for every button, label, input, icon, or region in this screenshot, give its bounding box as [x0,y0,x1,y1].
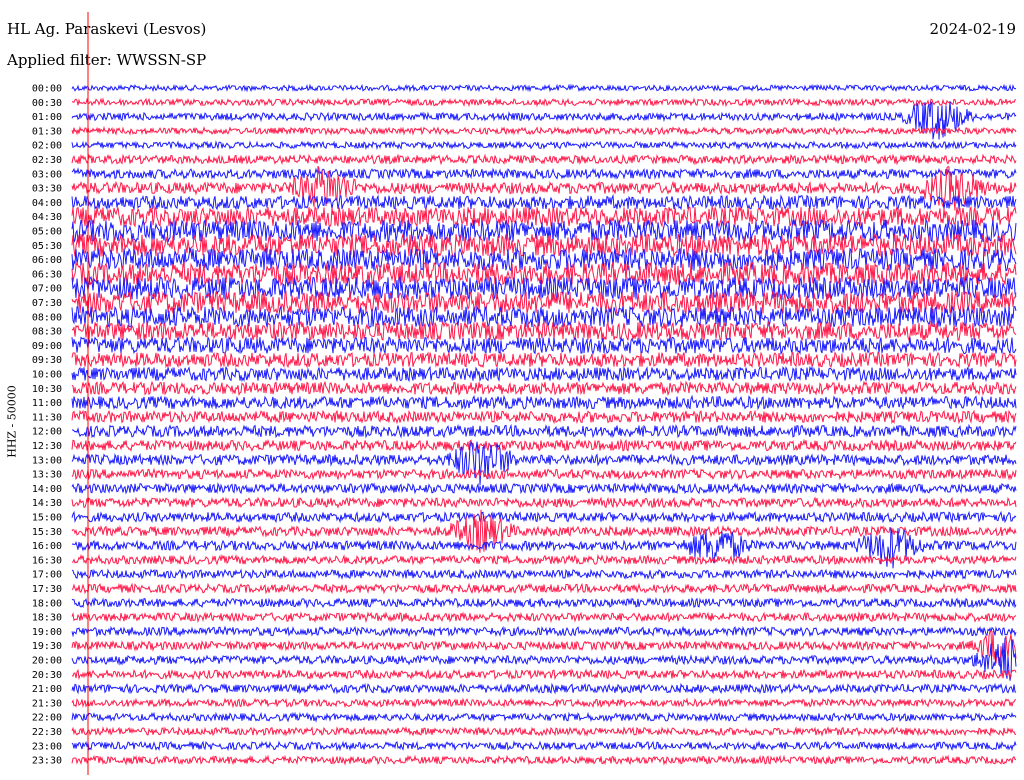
time-tick-label: 02:00 [32,141,62,152]
time-tick-label: 12:30 [32,441,62,452]
time-tick-label: 11:30 [32,412,62,423]
seismic-trace [71,167,1017,181]
seismic-trace [71,438,1017,453]
seismic-trace [71,596,1017,609]
seismic-trace [71,409,1017,425]
time-tick-label: 14:00 [32,484,62,495]
time-tick-label: 22:30 [32,727,62,738]
seismic-trace [71,100,1017,140]
time-tick-label: 19:30 [32,641,62,652]
seismic-trace [71,467,1017,481]
time-tick-label: 20:30 [32,670,62,681]
seismic-trace [71,611,1017,624]
seismic-trace [71,440,1017,486]
time-tick-label: 09:30 [32,355,62,366]
seismic-trace [71,83,1017,93]
seismic-trace [71,682,1017,695]
time-tick-label: 10:30 [32,384,62,395]
time-tick-label: 11:00 [32,398,62,409]
seismic-trace [71,668,1017,681]
seismic-trace [71,568,1017,581]
seismic-trace [71,350,1017,369]
seismic-trace [71,97,1017,108]
time-tick-label: 13:30 [32,470,62,481]
time-tick-label: 01:00 [32,112,62,123]
time-tick-label: 03:00 [32,169,62,180]
time-tick-label: 18:30 [32,613,62,624]
time-tick-label: 08:00 [32,312,62,323]
time-tick-label: 06:00 [32,255,62,266]
time-tick-label: 03:30 [32,184,62,195]
time-tick-label: 22:00 [32,713,62,724]
seismic-trace [71,481,1017,495]
time-tick-label: 21:00 [32,684,62,695]
seismic-trace [71,625,1017,638]
time-tick-label: 00:30 [32,98,62,109]
seismic-trace [71,394,1017,411]
time-tick-label: 07:30 [32,298,62,309]
seismic-trace [71,423,1017,439]
seismic-trace [71,365,1017,383]
seismic-trace [71,218,1017,244]
seismic-trace [71,232,1017,258]
seismic-trace [71,140,1017,151]
seismogram-page: HL Ag. Paraskevi (Lesvos) 2024-02-19 App… [0,0,1024,780]
time-tick-label: 00:00 [32,84,62,95]
time-tick-label: 23:30 [32,756,62,767]
time-tick-label: 04:30 [32,212,62,223]
time-tick-label: 08:30 [32,327,62,338]
time-tick-label: 16:00 [32,541,62,552]
seismic-trace [71,153,1017,166]
seismic-trace [71,496,1017,509]
seismic-trace [71,740,1017,752]
seismic-trace [71,697,1017,709]
time-tick-label: 18:00 [32,598,62,609]
time-tick-label: 17:00 [32,570,62,581]
seismic-trace [71,193,1017,211]
time-tick-label: 19:00 [32,627,62,638]
seismic-trace [71,582,1017,595]
time-tick-label: 07:00 [32,284,62,295]
seismic-trace [71,510,1017,524]
time-tick-label: 05:00 [32,227,62,238]
time-tick-label: 06:30 [32,269,62,280]
time-tick-label: 16:30 [32,555,62,566]
time-tick-label: 23:00 [32,741,62,752]
time-tick-label: 09:00 [32,341,62,352]
time-tick-label: 17:30 [32,584,62,595]
time-tick-label: 04:00 [32,198,62,209]
seismic-trace [71,711,1017,723]
time-tick-label: 15:00 [32,513,62,524]
seismic-trace [71,553,1017,566]
time-tick-label: 14:30 [32,498,62,509]
time-tick-label: 13:00 [32,455,62,466]
seismogram-plot: 00:00 00:30 01:00 01:30 02:00 02:30 03:00 03:30… [32,12,1017,775]
seismic-trace [71,320,1017,342]
time-tick-label: 15:30 [32,527,62,538]
time-tick-label: 12:00 [32,427,62,438]
time-tick-label: 10:00 [32,370,62,381]
time-tick-label: 21:30 [32,698,62,709]
time-tick-label: 05:30 [32,241,62,252]
seismic-trace [71,125,1017,136]
time-tick-label: 02:30 [32,155,62,166]
seismic-trace [71,380,1017,397]
seismic-trace [71,335,1017,356]
seismic-trace [71,754,1017,766]
time-tick-label: 01:30 [32,126,62,137]
time-tick-label: 20:00 [32,656,62,667]
seismic-trace [71,725,1017,737]
